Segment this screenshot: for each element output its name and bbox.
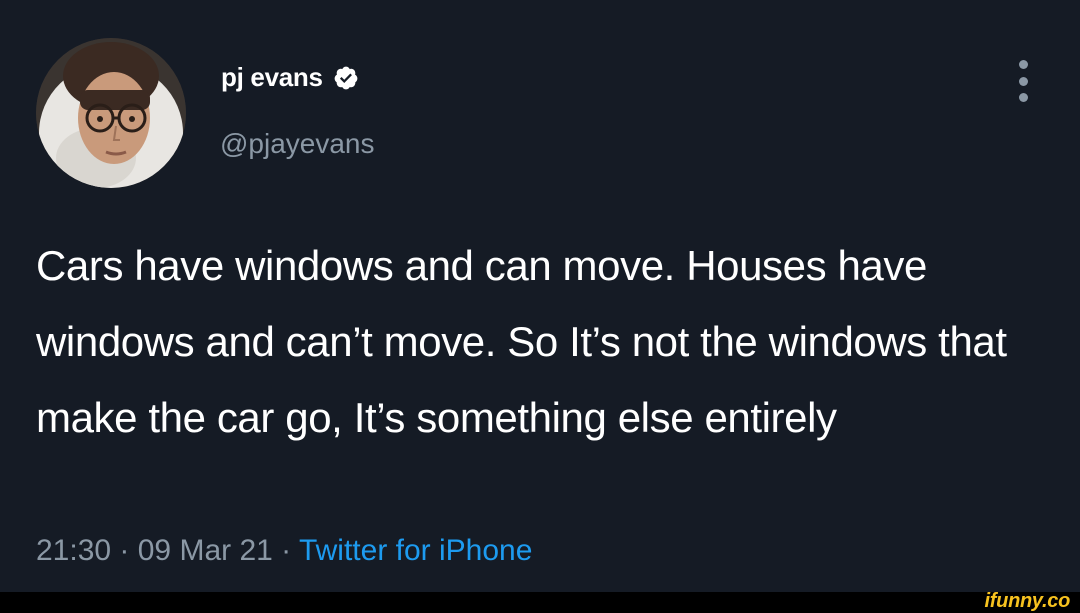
more-vertical-icon-dot bbox=[1018, 76, 1028, 86]
watermark-bar bbox=[0, 592, 1080, 613]
meta-separator: · bbox=[281, 534, 299, 567]
avatar-image bbox=[36, 38, 186, 188]
tweet-source-link[interactable]: Twitter for iPhone bbox=[299, 534, 532, 567]
more-vertical-icon-dot bbox=[1018, 60, 1028, 69]
more-vertical-icon-dot bbox=[1018, 93, 1028, 102]
meta-separator bbox=[273, 534, 281, 567]
tweet-metadata: 21:30 · 09 Mar 21 · Twitter for iPhone bbox=[36, 534, 532, 568]
author-handle[interactable]: @pjayevans bbox=[220, 128, 375, 160]
avatar[interactable] bbox=[36, 38, 186, 188]
verified-badge-icon bbox=[334, 66, 358, 89]
more-options-button[interactable] bbox=[1008, 60, 1038, 102]
tweet-time[interactable]: 21:30 bbox=[36, 534, 111, 567]
tweet-card: pj evans @pjayevans Cars have windows an… bbox=[0, 0, 1080, 592]
author-name-row[interactable]: pj evans bbox=[221, 62, 359, 93]
ifunny-watermark: ifunny.co bbox=[984, 589, 1071, 612]
tweet-date[interactable]: 09 Mar 21 bbox=[138, 534, 273, 567]
meta-separator: · bbox=[111, 534, 138, 567]
display-name[interactable]: pj evans bbox=[221, 62, 323, 93]
tweet-text: Cars have windows and can move. Houses h… bbox=[36, 242, 1007, 441]
